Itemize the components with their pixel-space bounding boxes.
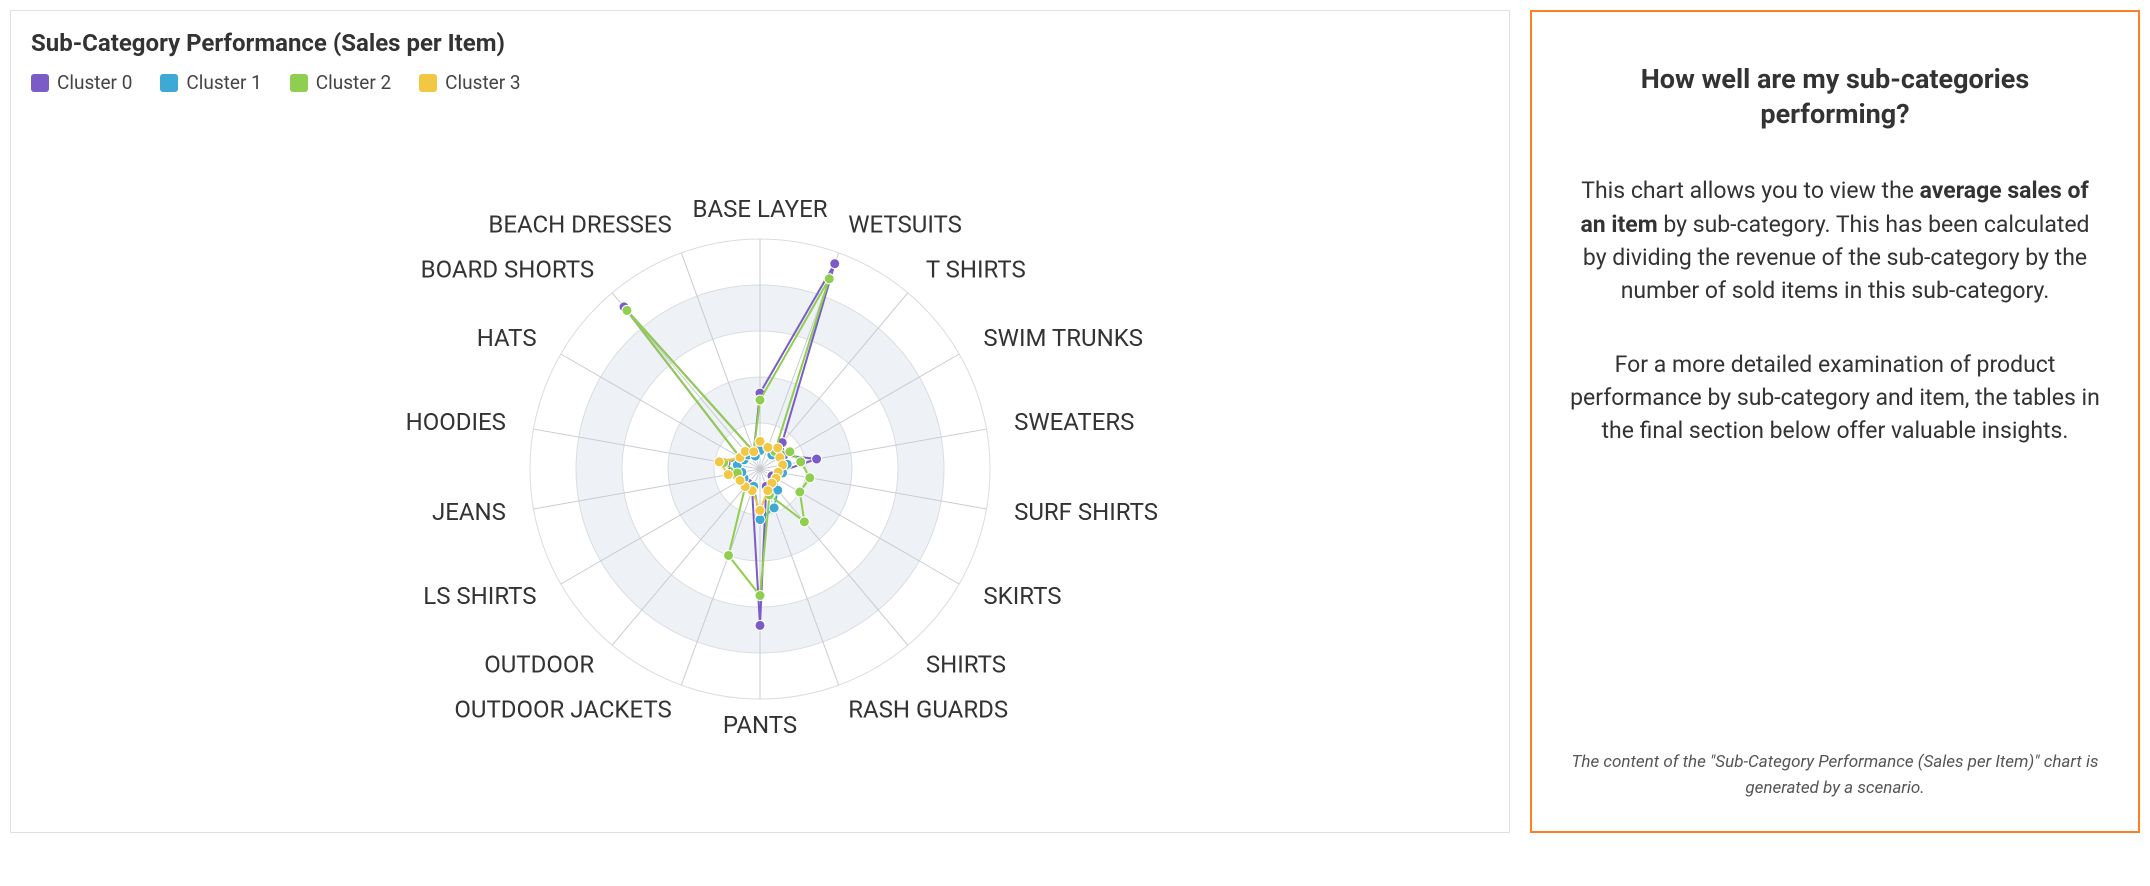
data-point[interactable] [755, 505, 765, 515]
axis-label: T SHIRTS [926, 255, 1026, 283]
legend-label: Cluster 0 [57, 71, 132, 94]
data-point[interactable] [773, 443, 783, 453]
data-point[interactable] [749, 447, 759, 457]
axis-label: RASH GUARDS [848, 695, 1008, 723]
axis-label: OUTDOOR JACKETS [454, 695, 671, 723]
axis-label: BOARD SHORTS [421, 255, 594, 283]
legend-label: Cluster 3 [445, 71, 520, 94]
data-point[interactable] [763, 442, 773, 452]
axis-label: SWIM TRUNKS [983, 324, 1143, 352]
legend-item-0[interactable]: Cluster 0 [31, 71, 132, 94]
data-point[interactable] [796, 457, 806, 467]
axis-label: SKIRTS [983, 582, 1061, 610]
axis-label: BASE LAYER [693, 195, 828, 223]
data-point[interactable] [824, 274, 834, 284]
legend-swatch [290, 74, 308, 92]
legend-label: Cluster 1 [186, 71, 261, 94]
data-point[interactable] [795, 487, 805, 497]
axis-label: SHIRTS [926, 651, 1006, 679]
data-point[interactable] [723, 470, 733, 480]
data-point[interactable] [769, 503, 779, 513]
info-paragraph-1: This chart allows you to view the averag… [1570, 174, 2100, 307]
info-para1-prefix: This chart allows you to view the [1581, 177, 1919, 204]
radar-chart[interactable]: BASE LAYER WETSUITS T SHIRTS SWIM TRUNKS SWE… [31, 104, 1489, 814]
axis-label: LS SHIRTS [423, 582, 536, 610]
legend-item-2[interactable]: Cluster 2 [290, 71, 391, 94]
data-point[interactable] [724, 550, 734, 560]
data-point[interactable] [785, 447, 795, 457]
info-para1-suffix: by sub-category. This has been calculate… [1583, 211, 2090, 305]
info-panel: How well are my sub-categories performin… [1530, 10, 2140, 833]
info-note: The content of the "Sub-Category Perform… [1570, 750, 2100, 801]
data-point[interactable] [735, 476, 745, 486]
chart-panel: Sub-Category Performance (Sales per Item… [10, 10, 1510, 833]
legend-label: Cluster 2 [316, 71, 391, 94]
chart-title: Sub-Category Performance (Sales per Item… [31, 29, 1489, 57]
axis-label: PANTS [723, 711, 797, 739]
axis-label: HOODIES [406, 408, 506, 436]
data-point[interactable] [799, 517, 809, 527]
legend-swatch [31, 74, 49, 92]
axis-label: WETSUITS [848, 211, 962, 239]
data-point[interactable] [805, 473, 815, 483]
legend-swatch [419, 74, 437, 92]
axis-label: HATS [477, 324, 537, 352]
axis-label: BEACH DRESSES [488, 211, 671, 239]
data-point[interactable] [812, 454, 822, 464]
data-point[interactable] [830, 259, 840, 269]
axis-label: SURF SHIRTS [1014, 498, 1158, 526]
data-point[interactable] [755, 395, 765, 405]
legend-swatch [160, 74, 178, 92]
data-point[interactable] [714, 457, 724, 467]
info-paragraph-2: For a more detailed examination of produ… [1570, 348, 2100, 448]
chart-area: BASE LAYER WETSUITS T SHIRTS SWIM TRUNKS SWE… [31, 104, 1489, 814]
axis-label: SWEATERS [1014, 408, 1134, 436]
data-point[interactable] [622, 305, 632, 315]
chart-legend: Cluster 0 Cluster 1 Cluster 2 Cluster 3 [31, 71, 1489, 94]
info-title: How well are my sub-categories performin… [1570, 62, 2100, 132]
axis-label: JEANS [432, 498, 506, 526]
data-point[interactable] [763, 486, 773, 496]
data-point[interactable] [755, 591, 765, 601]
legend-item-3[interactable]: Cluster 3 [419, 71, 520, 94]
data-point[interactable] [755, 620, 765, 630]
legend-item-1[interactable]: Cluster 1 [160, 71, 261, 94]
axis-label: OUTDOOR [484, 651, 594, 679]
data-point[interactable] [755, 515, 765, 525]
